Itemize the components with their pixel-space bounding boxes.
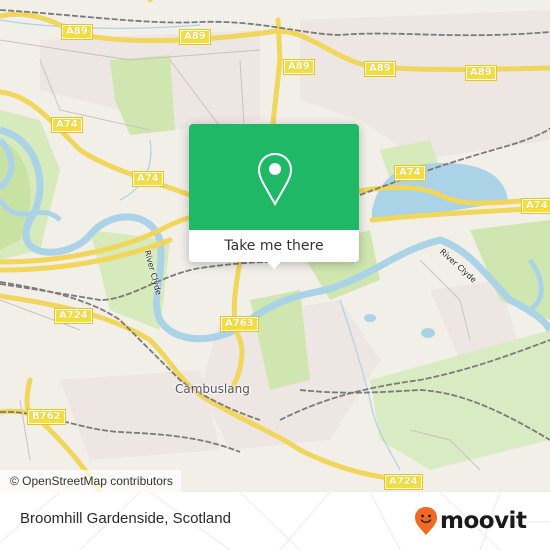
pond	[421, 328, 435, 338]
footer-bar: Broomhill Gardenside, Scotland moovit	[0, 492, 550, 550]
road-shield-a724: A724	[384, 474, 423, 490]
road-shield-a89: A89	[364, 61, 396, 77]
road-shield-a89: A89	[283, 59, 315, 75]
road-shield-b762: B762	[27, 409, 66, 425]
road-shield-a89: A89	[179, 29, 211, 45]
road-shield-a74: A74	[394, 165, 426, 181]
location-name: Broomhill Gardenside, Scotland	[20, 510, 231, 527]
moovit-logo[interactable]: moovit	[414, 505, 527, 537]
road-shield-a74: A74	[132, 171, 164, 187]
road-shield-a724: A724	[54, 308, 93, 324]
place-label-cambuslang: Cambuslang	[175, 382, 250, 396]
road-shield-a74: A74	[521, 198, 550, 214]
moovit-pin-icon	[415, 507, 437, 535]
popup-pointer	[266, 261, 282, 269]
take-me-there-button[interactable]: Take me there	[189, 230, 359, 262]
map-view[interactable]: A89 A89 A89 A89 A89 A74 A74 A74 A74 A724…	[0, 0, 550, 492]
map-attribution[interactable]: © OpenStreetMap contributors	[0, 470, 181, 492]
moovit-wordmark: moovit	[440, 508, 527, 534]
road-shield-a89: A89	[465, 65, 497, 81]
location-popup[interactable]: Take me there	[189, 124, 359, 269]
popup-header	[189, 124, 359, 230]
road-shield-a89: A89	[61, 24, 93, 40]
pond	[364, 314, 376, 322]
road-shield-a763: A763	[220, 316, 259, 332]
map-pin-icon	[257, 152, 293, 207]
road-shield-a74: A74	[51, 117, 83, 133]
